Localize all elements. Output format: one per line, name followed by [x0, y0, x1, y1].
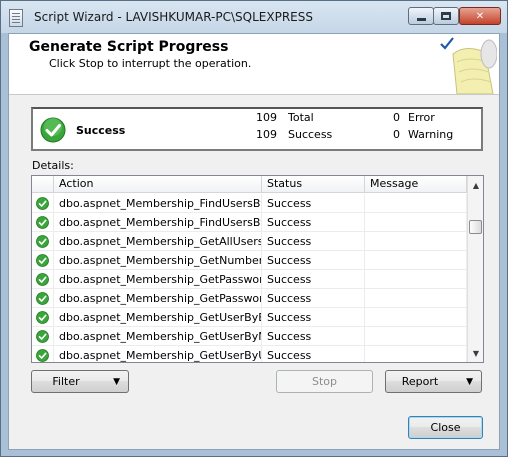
message-cell [365, 194, 467, 213]
message-cell [365, 289, 467, 308]
window-close-button[interactable]: ✕ [459, 7, 501, 25]
row-status-cell [32, 308, 54, 327]
message-cell [365, 270, 467, 289]
status-cell: Success [262, 251, 365, 270]
row-status-cell [32, 194, 54, 213]
action-cell: dbo.aspnet_Membership_GetPassword [54, 270, 262, 289]
action-cell: dbo.aspnet_Membership_GetAllUsers [54, 232, 262, 251]
success-check-icon [40, 117, 66, 143]
action-cell: dbo.aspnet_Membership_FindUsersBy... [54, 194, 262, 213]
close-icon: ✕ [475, 10, 485, 22]
details-grid[interactable]: Action Status Message dbo.aspnet_Members… [31, 175, 484, 363]
table-row[interactable]: dbo.aspnet_Membership_GetUserByU... Succe… [32, 346, 467, 362]
action-cell: dbo.aspnet_Membership_FindUsersBy... [54, 213, 262, 232]
error-count: 0 [393, 111, 400, 124]
warning-count: 0 [393, 128, 400, 141]
minimize-icon [416, 17, 426, 21]
success-check-icon [36, 311, 49, 324]
filter-button-label: Filter [52, 375, 80, 388]
success-check-icon [36, 292, 49, 305]
row-status-cell [32, 289, 54, 308]
report-button[interactable]: Report ▼ [385, 370, 482, 393]
script-document-icon [9, 9, 23, 27]
overall-status: Success [76, 124, 126, 137]
scroll-down-icon[interactable]: ▼ [468, 345, 483, 361]
action-cell: dbo.aspnet_Membership_GetUserByE... [54, 308, 262, 327]
table-row[interactable]: dbo.aspnet_Membership_GetAllUsers Success [32, 232, 467, 251]
stop-button[interactable]: Stop [276, 370, 373, 393]
action-cell: dbo.aspnet_Membership_GetUserByN... [54, 327, 262, 346]
page-title: Generate Script Progress [29, 39, 229, 55]
message-cell [365, 251, 467, 270]
icon-column-header[interactable] [32, 176, 54, 193]
action-cell: dbo.aspnet_Membership_GetUserByU... [54, 346, 262, 362]
total-label: Total [288, 111, 314, 124]
status-cell: Success [262, 194, 365, 213]
row-status-cell [32, 232, 54, 251]
column-header-message[interactable]: Message [365, 176, 467, 193]
message-cell [365, 327, 467, 346]
minimize-button[interactable] [408, 7, 434, 25]
status-cell: Success [262, 232, 365, 251]
success-check-icon [36, 330, 49, 343]
row-status-cell [32, 327, 54, 346]
row-status-cell [32, 270, 54, 289]
table-row[interactable]: dbo.aspnet_Membership_FindUsersBy... Succ… [32, 213, 467, 232]
status-cell: Success [262, 327, 365, 346]
filter-button[interactable]: Filter ▼ [31, 370, 129, 393]
summary-panel: Success 109 Total 109 Success 0 Error 0 … [31, 107, 483, 151]
close-button[interactable]: Close [408, 416, 483, 439]
table-row[interactable]: dbo.aspnet_Membership_GetUserByE... Succe… [32, 308, 467, 327]
action-cell: dbo.aspnet_Membership_GetPasswor... [54, 289, 262, 308]
message-cell [365, 346, 467, 362]
error-label: Error [408, 111, 435, 124]
success-check-icon [36, 349, 49, 362]
details-label: Details: [32, 159, 74, 172]
message-cell [365, 213, 467, 232]
table-row[interactable]: dbo.aspnet_Membership_GetNumber... Succes… [32, 251, 467, 270]
title-bar[interactable]: Script Wizard - LAVISHKUMAR-PC\SQLEXPRES… [1, 1, 507, 33]
script-wizard-window: Script Wizard - LAVISHKUMAR-PC\SQLEXPRES… [0, 0, 508, 457]
scroll-up-icon[interactable]: ▲ [468, 177, 483, 193]
success-check-icon [36, 254, 49, 267]
table-row[interactable]: dbo.aspnet_Membership_GetPassword Success [32, 270, 467, 289]
scroll-with-checkmark-icon [440, 37, 497, 94]
maximize-button[interactable] [433, 7, 459, 25]
status-cell: Success [262, 289, 365, 308]
table-row[interactable]: dbo.aspnet_Membership_GetPasswor... Succe… [32, 289, 467, 308]
table-row[interactable]: dbo.aspnet_Membership_GetUserByN... Succe… [32, 327, 467, 346]
wizard-header: Generate Script Progress Click Stop to i… [9, 34, 499, 95]
status-cell: Success [262, 346, 365, 362]
column-header-action[interactable]: Action [54, 176, 262, 193]
page-subtitle: Click Stop to interrupt the operation. [49, 57, 252, 70]
warning-label: Warning [408, 128, 454, 141]
dropdown-arrow-icon: ▼ [466, 377, 473, 387]
maximize-icon [441, 12, 451, 20]
success-check-icon [36, 197, 49, 210]
message-cell [365, 232, 467, 251]
status-cell: Success [262, 270, 365, 289]
success-check-icon [36, 235, 49, 248]
success-check-icon [36, 273, 49, 286]
table-row[interactable]: dbo.aspnet_Membership_FindUsersBy... Succ… [32, 194, 467, 213]
status-cell: Success [262, 213, 365, 232]
vertical-scrollbar[interactable]: ▲ ▼ [467, 176, 483, 362]
window-title: Script Wizard - LAVISHKUMAR-PC\SQLEXPRES… [34, 10, 313, 24]
report-button-label: Report [401, 375, 439, 388]
grid-header: Action Status Message [32, 176, 467, 193]
row-status-cell [32, 213, 54, 232]
action-cell: dbo.aspnet_Membership_GetNumber... [54, 251, 262, 270]
status-cell: Success [262, 308, 365, 327]
success-check-icon [36, 216, 49, 229]
success-label: Success [288, 128, 333, 141]
column-header-status[interactable]: Status [262, 176, 365, 193]
total-count: 109 [256, 111, 277, 124]
message-cell [365, 308, 467, 327]
scroll-thumb[interactable] [469, 220, 482, 234]
success-count: 109 [256, 128, 277, 141]
wizard-client-area: Generate Script Progress Click Stop to i… [8, 33, 500, 450]
row-status-cell [32, 251, 54, 270]
row-status-cell [32, 346, 54, 362]
dropdown-arrow-icon: ▼ [113, 377, 120, 387]
